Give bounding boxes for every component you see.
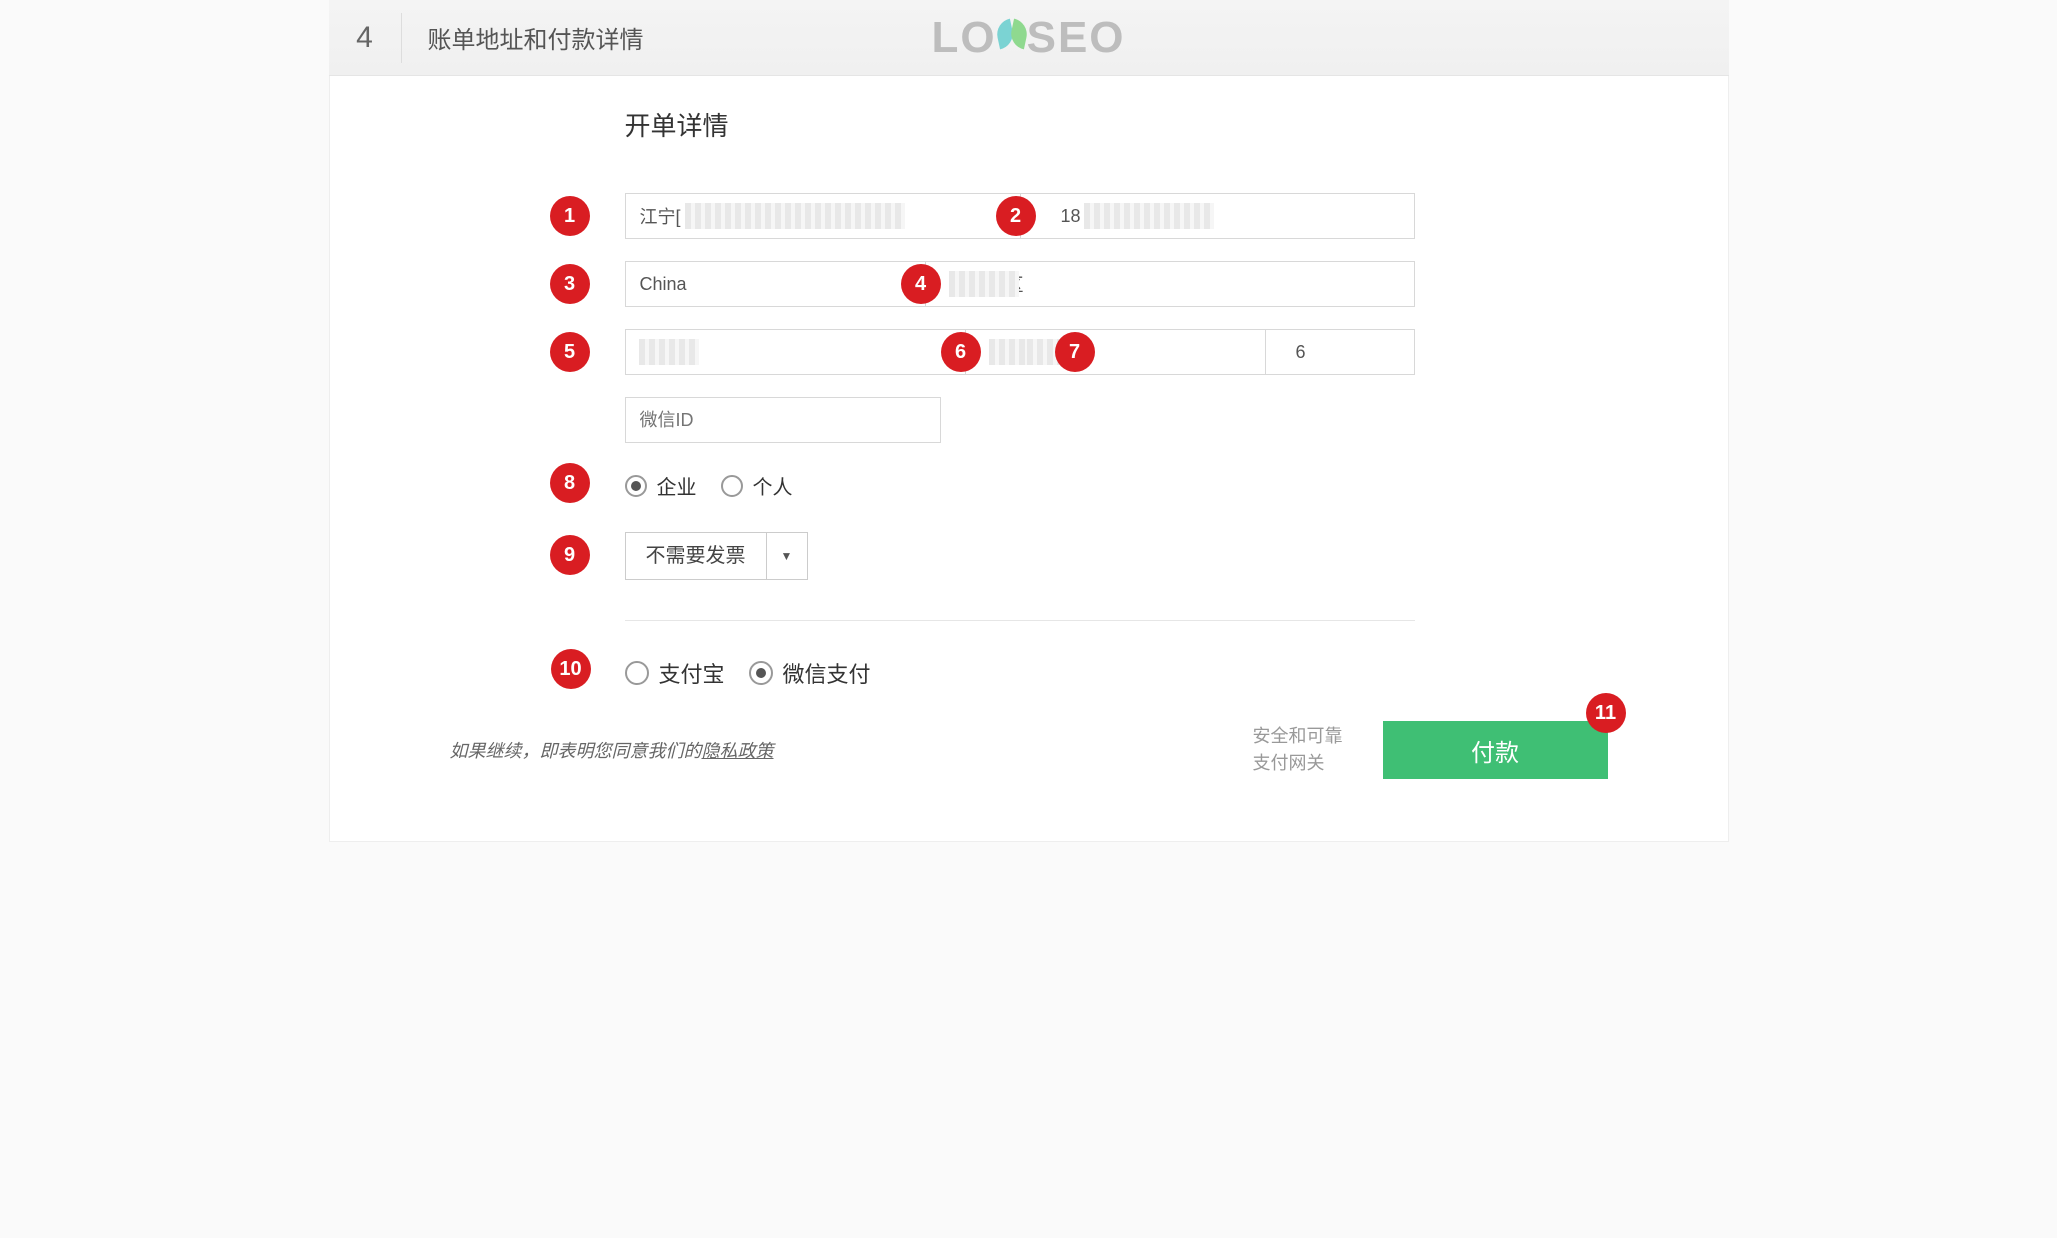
chevron-down-icon: ▼ xyxy=(766,533,807,579)
zip-input[interactable] xyxy=(1265,329,1415,375)
annotation-marker-3: 3 xyxy=(550,264,590,304)
invoice-select[interactable]: 不需要发票 ▼ xyxy=(625,532,808,580)
annotation-marker-9: 9 xyxy=(550,535,590,575)
entity-personal-radio[interactable]: 个人 xyxy=(721,471,793,500)
country-select[interactable] xyxy=(625,261,925,307)
redacted-overlay xyxy=(949,271,1019,297)
payment-alipay-label: 支付宝 xyxy=(659,657,725,689)
loyseo-logo: LO SEO xyxy=(931,13,1125,63)
redacted-overlay xyxy=(639,339,699,365)
privacy-notice: 如果继续，即表明您同意我们的隐私政策 xyxy=(450,737,774,763)
annotation-marker-2: 2 xyxy=(996,196,1036,236)
annotation-marker-1: 1 xyxy=(550,196,590,236)
redacted-overlay xyxy=(685,203,905,229)
payment-wechat-label: 微信支付 xyxy=(783,657,871,689)
entity-company-radio[interactable]: 企业 xyxy=(625,471,697,500)
payment-wechat-radio[interactable]: 微信支付 xyxy=(749,657,871,689)
step-number: 4 xyxy=(329,13,402,63)
wechat-id-input[interactable] xyxy=(625,397,941,443)
secure-gateway-text: 安全和可靠 支付网关 xyxy=(1253,723,1343,777)
annotation-marker-7: 7 xyxy=(1055,332,1095,372)
radio-icon xyxy=(721,475,743,497)
section-title: 开单详情 xyxy=(625,106,1415,143)
annotation-marker-8: 8 xyxy=(550,463,590,503)
annotation-marker-6: 6 xyxy=(941,332,981,372)
pay-button[interactable]: 付款 xyxy=(1383,721,1608,779)
annotation-marker-10: 10 xyxy=(551,649,591,689)
annotation-marker-11: 11 xyxy=(1586,693,1626,733)
leaf-icon xyxy=(995,16,1029,60)
section-divider xyxy=(625,620,1415,621)
header-bar: 4 账单地址和付款详情 LO SEO xyxy=(329,0,1729,76)
entity-company-label: 企业 xyxy=(657,471,697,500)
privacy-policy-link[interactable]: 隐私政策 xyxy=(702,741,774,761)
step-title: 账单地址和付款详情 xyxy=(428,20,644,55)
redacted-overlay xyxy=(1084,203,1214,229)
radio-icon xyxy=(749,661,773,685)
invoice-selected-value: 不需要发票 xyxy=(626,533,766,579)
address-line-2-input[interactable] xyxy=(1020,193,1415,239)
annotation-marker-5: 5 xyxy=(550,332,590,372)
radio-icon xyxy=(625,475,647,497)
payment-alipay-radio[interactable]: 支付宝 xyxy=(625,657,725,689)
annotation-marker-4: 4 xyxy=(901,264,941,304)
radio-icon xyxy=(625,661,649,685)
entity-personal-label: 个人 xyxy=(753,471,793,500)
